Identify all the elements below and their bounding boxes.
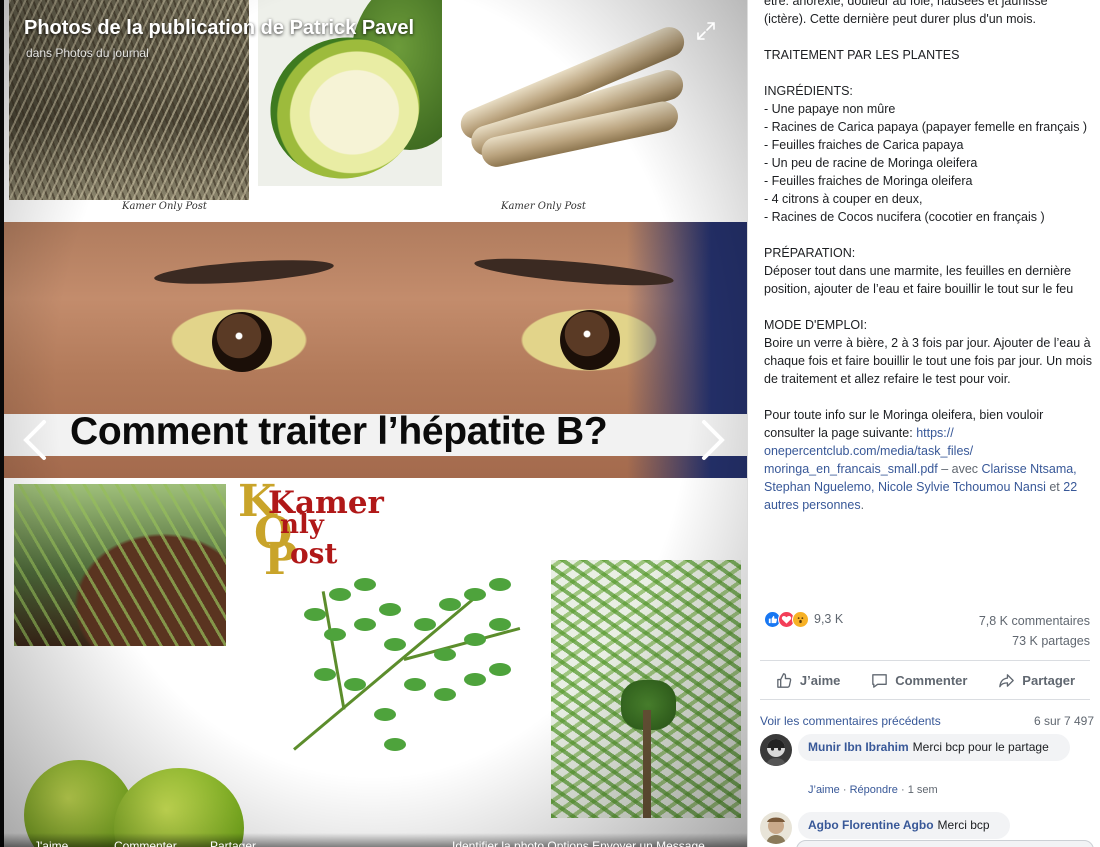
moringa-leaves-image (284, 548, 534, 778)
like-button[interactable]: J’aime (775, 671, 840, 690)
post-counts: 7,8 K commentaires 73 K partages (979, 611, 1090, 651)
photo-bottom-row: K Kamer O nly P ost (4, 478, 747, 847)
horseradish-image (452, 22, 712, 170)
reactions-count[interactable]: 9,3 K (814, 612, 843, 626)
viewer-comment-button[interactable]: Commenter (114, 839, 177, 847)
post-preparation: PRÉPARATION: Déposer tout dans une marmi… (764, 246, 1074, 296)
comment-icon (872, 673, 888, 688)
comment-author[interactable]: Agbo Florentine Agbo (808, 818, 934, 832)
share-label: Partager (1022, 672, 1076, 688)
viewer-title[interactable]: Photos de la publication de Patrick Pave… (24, 17, 414, 40)
wow-reaction-icon (792, 610, 809, 628)
comment-bubble: Agbo Florentine Agbo Merci bcp (798, 812, 1010, 839)
comment-like-link[interactable]: J’aime (808, 784, 840, 796)
viewer-like-button[interactable]: J'aime (34, 839, 68, 847)
eyes-image: Comment traiter l’hépatite B? (4, 222, 747, 478)
photo-viewer: Kamer Only Post Kamer Only Post Comment … (0, 0, 747, 847)
comment-bubble: Munir Ibn Ibrahim Merci bcp pour le parta… (798, 734, 1070, 761)
photo-headline: Comment traiter l’hépatite B? (70, 410, 608, 453)
viewer-bottom-bar: J'aime Commenter Partager Identifier la … (0, 833, 747, 847)
comment-button[interactable]: Commenter (870, 671, 967, 690)
photo-caption-right: Kamer Only Post (501, 201, 586, 212)
comments-position: 6 sur 7 497 (1033, 714, 1094, 728)
next-photo-button[interactable] (698, 418, 728, 462)
period-text: . (860, 498, 865, 512)
post-intro: être: anorexie, douleur au foie, nausées… (764, 0, 1048, 26)
viewer-subtitle[interactable]: dans Photos du journal (26, 46, 149, 60)
comments-header: Voir les commentaires précédents 6 sur 7… (760, 714, 1094, 728)
previous-photo-button[interactable] (20, 418, 50, 462)
comments-count[interactable]: 7,8 K commentaires (979, 611, 1090, 631)
viewer-options-links[interactable]: Identifier la photo Options Envoyer un M… (452, 839, 705, 847)
reactions-summary[interactable]: 9,3 K (764, 610, 843, 628)
write-comment-input[interactable] (796, 840, 1094, 847)
and-text: et (1045, 480, 1064, 494)
with-text: – avec (937, 462, 982, 476)
expand-icon[interactable] (695, 20, 717, 42)
comment-text: Merci bcp pour le partage (912, 740, 1049, 754)
photo-caption-left: Kamer Only Post (122, 201, 207, 212)
post-text: être: anorexie, douleur au foie, nausées… (764, 0, 1092, 532)
post-panel: être: anorexie, douleur au foie, nausées… (747, 0, 1100, 847)
post-info-text: Pour toute info sur le Moringa oleifera,… (764, 408, 1044, 440)
avatar[interactable] (760, 734, 792, 766)
comment-text: Merci bcp (937, 818, 990, 832)
viewer-share-button[interactable]: Partager (210, 839, 256, 847)
comment-meta: J’aime · Répondre · 1 sem (808, 784, 938, 796)
share-icon (999, 673, 1015, 687)
post-actions: J’aime Commenter Partager (760, 660, 1090, 700)
comment-label: Commenter (895, 672, 968, 688)
avatar[interactable] (760, 812, 792, 844)
shares-count[interactable]: 73 K partages (979, 631, 1090, 651)
papaya-tree-image (551, 560, 741, 818)
post-info: Pour toute info sur le Moringa oleifera,… (764, 406, 1092, 514)
share-button[interactable]: Partager (997, 671, 1075, 690)
view-previous-comments-link[interactable]: Voir les commentaires précédents (760, 714, 941, 728)
like-label: J’aime (799, 672, 841, 688)
post-usage: MODE D'EMPLOI: Boire un verre à bière, 2… (764, 318, 1092, 386)
thumbs-up-icon (777, 672, 792, 688)
post-ingredients: INGRÉDIENTS: - Une papaye non mûre - Rac… (764, 84, 1088, 224)
post-section-treatment: TRAITEMENT PAR LES PLANTES (764, 48, 960, 62)
coconut-roots-image (14, 484, 226, 646)
photo-headline-band: Comment traiter l’hépatite B? (4, 410, 747, 456)
post-photo[interactable]: Kamer Only Post Kamer Only Post Comment … (4, 0, 747, 847)
comment-reply-link[interactable]: Répondre (850, 784, 898, 796)
comment-time[interactable]: 1 sem (908, 784, 938, 796)
comment-author[interactable]: Munir Ibn Ibrahim (808, 740, 909, 754)
